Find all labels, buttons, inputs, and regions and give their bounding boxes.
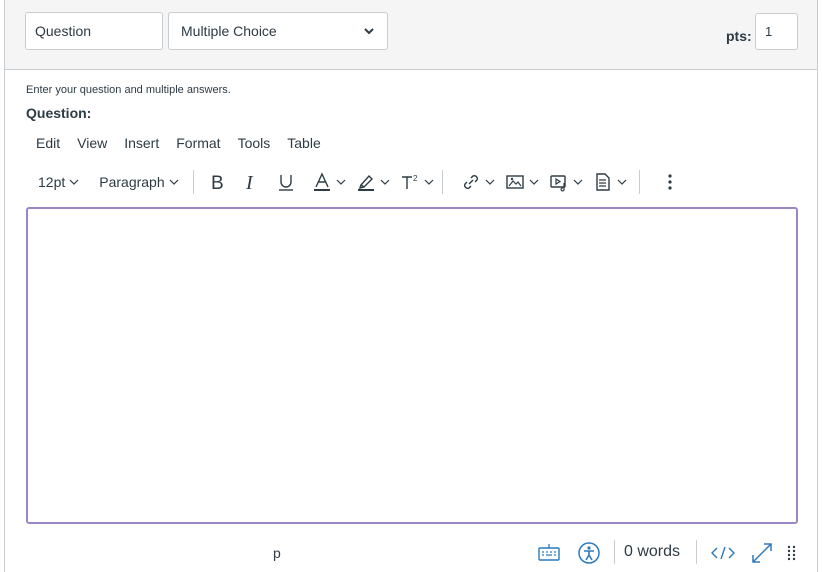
points-label: pts:	[726, 28, 752, 44]
image-button[interactable]	[505, 167, 539, 197]
menu-table[interactable]: Table	[278, 134, 328, 154]
chevron-down-icon	[573, 179, 583, 185]
svg-text:B: B	[211, 173, 224, 192]
editor-menubar: Edit View Insert Format Tools Table	[27, 134, 329, 154]
highlight-color-button[interactable]	[356, 167, 390, 197]
chevron-down-icon	[424, 179, 434, 185]
word-count[interactable]: 0 words	[624, 543, 680, 561]
status-divider	[614, 540, 615, 564]
italic-button[interactable]: I	[242, 167, 262, 197]
question-title-input[interactable]: Question	[25, 12, 163, 50]
chevron-down-icon	[485, 179, 495, 185]
italic-icon: I	[245, 172, 254, 192]
image-icon	[505, 175, 524, 189]
fullscreen-icon[interactable]	[750, 541, 774, 565]
menu-edit[interactable]: Edit	[27, 134, 68, 154]
chevron-down-icon	[336, 179, 346, 185]
rich-text-editor-area[interactable]	[26, 207, 798, 524]
text-color-button[interactable]	[312, 167, 346, 197]
question-label: Question:	[26, 105, 92, 121]
highlighter-icon	[357, 174, 374, 191]
text-color-icon	[313, 172, 330, 191]
superscript-icon: 2	[401, 174, 418, 189]
question-header: Question Multiple Choice pts: 1	[5, 0, 817, 70]
block-format-dropdown[interactable]: Paragraph	[99, 167, 179, 197]
link-icon	[463, 175, 478, 189]
question-hint: Enter your question and multiple answers…	[26, 84, 231, 96]
editor-statusbar: p 0 words	[26, 536, 798, 572]
superscript-button[interactable]: 2	[400, 167, 434, 197]
question-type-select[interactable]: Multiple Choice	[168, 12, 388, 50]
bold-icon: B	[211, 173, 224, 192]
question-editor-panel: Question Multiple Choice pts: 1 Enter yo…	[4, 0, 818, 572]
chevron-down-icon	[169, 179, 179, 185]
media-button[interactable]	[549, 167, 583, 197]
chevron-down-icon	[617, 179, 627, 185]
editor-toolbar: 12pt Paragraph B I 2	[27, 166, 807, 198]
underline-icon	[278, 175, 293, 191]
resize-handle-icon[interactable]	[786, 541, 798, 565]
font-size-dropdown[interactable]: 12pt	[38, 167, 79, 197]
menu-tools[interactable]: Tools	[229, 134, 279, 154]
points-input[interactable]: 1	[755, 13, 798, 50]
chevron-down-icon	[364, 28, 374, 35]
link-button[interactable]	[461, 167, 495, 197]
html-code-icon[interactable]	[710, 541, 736, 565]
bold-button[interactable]: B	[208, 167, 228, 197]
toolbar-divider	[441, 170, 443, 194]
accessibility-icon[interactable]	[577, 541, 601, 565]
toolbar-divider	[638, 170, 640, 194]
element-path[interactable]: p	[273, 545, 281, 561]
menu-insert[interactable]: Insert	[115, 134, 167, 154]
menu-format[interactable]: Format	[167, 134, 228, 154]
font-size-value: 12pt	[38, 174, 66, 190]
underline-button[interactable]	[276, 167, 296, 197]
menu-view[interactable]: View	[68, 134, 115, 154]
document-button[interactable]	[593, 167, 627, 197]
svg-text:I: I	[245, 172, 254, 192]
keyboard-icon[interactable]	[537, 541, 561, 565]
block-format-value: Paragraph	[99, 174, 165, 190]
chevron-down-icon	[380, 179, 390, 185]
vertical-ellipsis-icon	[668, 174, 672, 190]
media-icon	[549, 175, 566, 192]
toolbar-divider	[192, 170, 194, 194]
svg-text:2: 2	[413, 174, 418, 183]
document-icon	[595, 173, 610, 191]
chevron-down-icon	[69, 179, 79, 185]
status-divider	[696, 540, 697, 564]
question-type-selected: Multiple Choice	[181, 23, 277, 39]
more-options-button[interactable]	[660, 167, 680, 197]
chevron-down-icon	[529, 179, 539, 185]
